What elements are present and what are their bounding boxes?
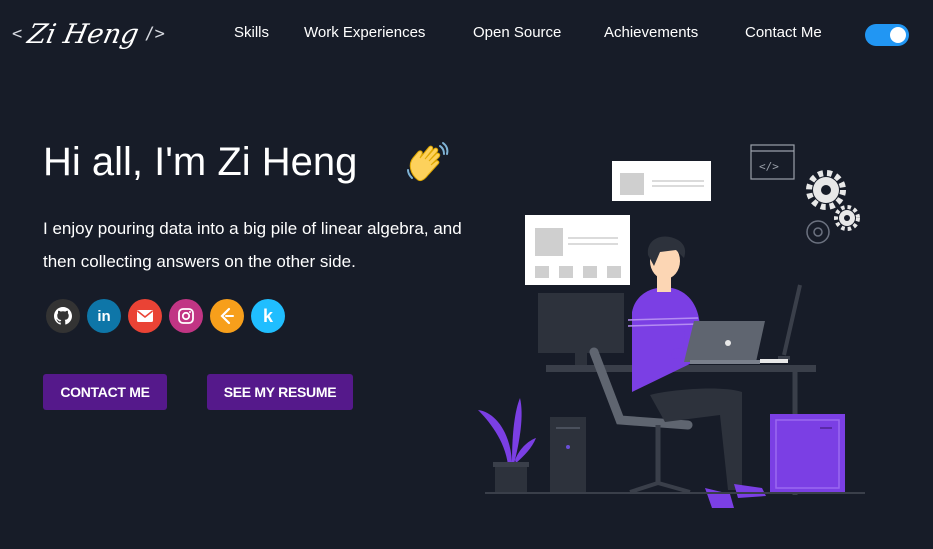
logo-close-bracket: /> (144, 24, 165, 44)
floating-card-top (612, 161, 711, 201)
nav-link-contact-me[interactable]: Contact Me (745, 24, 822, 41)
nav-link-open-source[interactable]: Open Source (473, 24, 561, 41)
leetcode-icon[interactable] (210, 299, 244, 333)
person (627, 236, 766, 508)
email-icon[interactable] (128, 299, 162, 333)
cabinet (770, 414, 845, 494)
nav-link-skills[interactable]: Skills (234, 24, 269, 41)
instagram-icon[interactable] (169, 299, 203, 333)
toggle-knob (890, 27, 906, 43)
gear-icon (806, 170, 860, 244)
logo-open-bracket: < (12, 24, 23, 44)
logo-name: Zi Heng (24, 18, 142, 50)
kaggle-icon[interactable]: k (251, 299, 285, 333)
navbar: < Zi Heng /> Skills Work Experiences Ope… (0, 0, 933, 68)
hero-greeting: Hi all, I'm Zi Heng (43, 140, 358, 184)
nav-link-work-experiences[interactable]: Work Experiences (304, 24, 425, 41)
floating-card-left (525, 215, 630, 285)
plant (478, 398, 536, 492)
nav-link-achievements[interactable]: Achievements (604, 24, 698, 41)
svg-text:</>: </> (759, 160, 779, 173)
theme-toggle[interactable] (865, 24, 909, 46)
code-window-icon: </> (750, 144, 795, 180)
linkedin-icon[interactable]: in (87, 299, 121, 333)
laptop (684, 321, 765, 362)
waving-hand-icon (407, 142, 449, 182)
logo[interactable]: < Zi Heng /> (12, 14, 165, 54)
see-my-resume-button[interactable]: SEE MY RESUME (207, 374, 353, 410)
hero-subtitle: I enjoy pouring data into a big pile of … (43, 219, 462, 271)
developer-illustration: </> (478, 144, 865, 508)
contact-me-button[interactable]: CONTACT ME (43, 374, 167, 410)
monitor (538, 293, 624, 353)
github-icon[interactable] (46, 299, 80, 333)
social-links: in k (46, 299, 285, 333)
